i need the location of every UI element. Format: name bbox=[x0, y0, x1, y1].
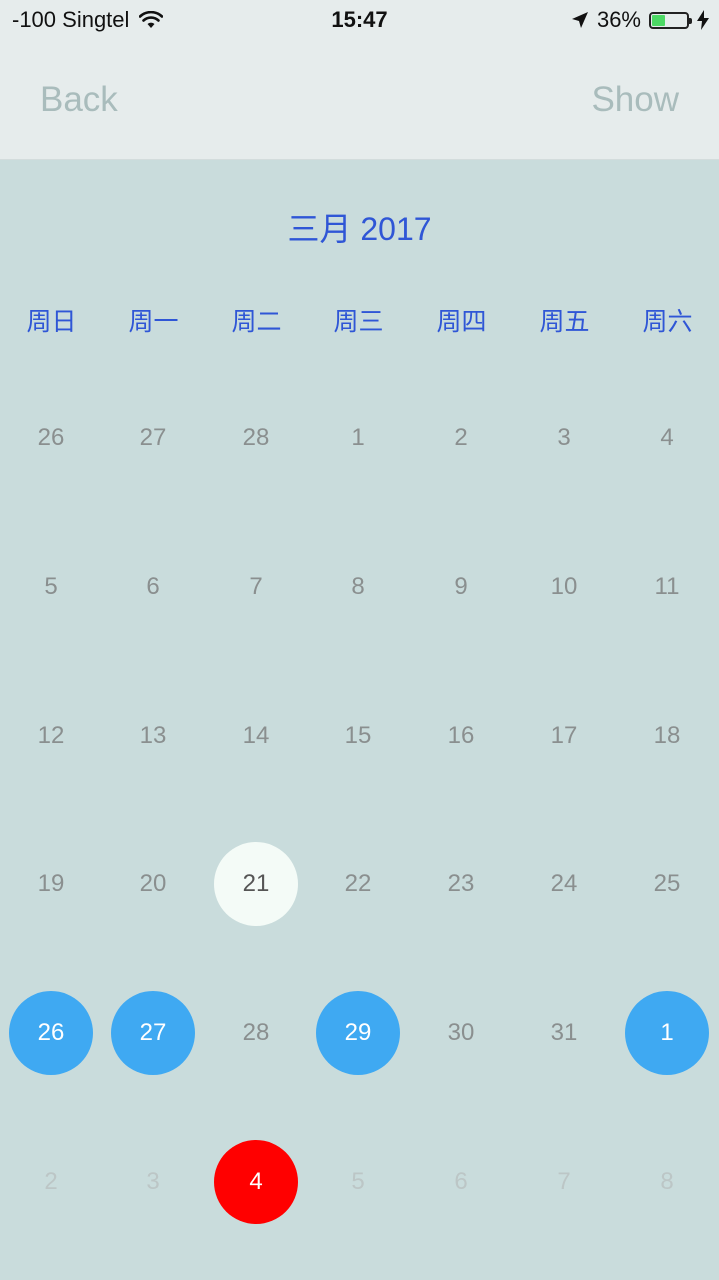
location-arrow-icon bbox=[571, 12, 588, 28]
weekday-label: 周四 bbox=[436, 307, 487, 336]
day-cell[interactable]: 19 bbox=[9, 842, 93, 926]
day-cell[interactable]: 6 bbox=[111, 545, 195, 629]
weekday-label: 周六 bbox=[642, 307, 693, 336]
day-cell[interactable]: 2 bbox=[419, 396, 503, 480]
day-cell[interactable]: 31 bbox=[522, 991, 606, 1075]
battery-percent: 36% bbox=[596, 7, 641, 32]
weekday-label: 周一 bbox=[128, 307, 179, 336]
day-cell[interactable]: 27 bbox=[111, 396, 195, 480]
day-cell[interactable]: 20 bbox=[111, 842, 195, 926]
day-cell[interactable]: 8 bbox=[316, 545, 400, 629]
day-cell[interactable]: 10 bbox=[522, 545, 606, 629]
day-cell[interactable]: 26 bbox=[9, 991, 93, 1075]
day-cell[interactable]: 30 bbox=[419, 991, 503, 1075]
day-cell[interactable]: 5 bbox=[9, 545, 93, 629]
day-cell[interactable]: 3 bbox=[522, 396, 606, 480]
day-cell[interactable]: 29 bbox=[316, 991, 400, 1075]
day-cell[interactable]: 4 bbox=[214, 1140, 298, 1224]
day-cell[interactable]: 1 bbox=[316, 396, 400, 480]
weekday-label: 周二 bbox=[231, 307, 282, 336]
day-cell[interactable]: 24 bbox=[522, 842, 606, 926]
day-cell[interactable]: 27 bbox=[111, 991, 195, 1075]
battery-icon bbox=[649, 11, 692, 29]
day-cell[interactable]: 7 bbox=[522, 1140, 606, 1224]
day-cell[interactable]: 15 bbox=[316, 694, 400, 778]
day-cell[interactable]: 23 bbox=[419, 842, 503, 926]
day-cell[interactable]: 6 bbox=[419, 1140, 503, 1224]
charging-bolt-icon bbox=[697, 10, 709, 30]
day-cell[interactable]: 25 bbox=[625, 842, 709, 926]
weekday-label: 周三 bbox=[333, 307, 384, 336]
day-cell[interactable]: 28 bbox=[214, 396, 298, 480]
day-cell[interactable]: 28 bbox=[214, 991, 298, 1075]
day-cell[interactable]: 17 bbox=[522, 694, 606, 778]
day-cell[interactable]: 1 bbox=[625, 991, 709, 1075]
show-button[interactable]: Show bbox=[591, 80, 679, 120]
day-cell[interactable]: 16 bbox=[419, 694, 503, 778]
day-cell[interactable]: 22 bbox=[316, 842, 400, 926]
day-cell[interactable]: 8 bbox=[625, 1140, 709, 1224]
top-bar: -100 Singtel 15:47 36% Back Show bbox=[0, 0, 719, 160]
day-cell[interactable]: 13 bbox=[111, 694, 195, 778]
back-button[interactable]: Back bbox=[40, 80, 118, 120]
day-cell[interactable]: 2 bbox=[9, 1140, 93, 1224]
day-cell[interactable]: 11 bbox=[625, 545, 709, 629]
weekday-label: 周五 bbox=[539, 307, 590, 336]
month-title: 三月 2017 bbox=[287, 211, 432, 247]
status-bar: -100 Singtel 15:47 36% bbox=[0, 0, 719, 40]
day-cell[interactable]: 26 bbox=[9, 396, 93, 480]
day-cell[interactable]: 7 bbox=[214, 545, 298, 629]
battery-fill bbox=[652, 14, 665, 26]
status-right-group: 36% bbox=[571, 7, 709, 33]
day-cell[interactable]: 3 bbox=[111, 1140, 195, 1224]
day-cell[interactable]: 4 bbox=[625, 396, 709, 480]
day-cell[interactable]: 9 bbox=[419, 545, 503, 629]
day-cell[interactable]: 18 bbox=[625, 694, 709, 778]
weekday-label: 周日 bbox=[26, 307, 77, 336]
day-cell[interactable]: 14 bbox=[214, 694, 298, 778]
weekday-header: 周日 周一 周二 周三 周四 周五 周六 bbox=[0, 302, 719, 342]
calendar-screen: -100 Singtel 15:47 36% Back Show 三月 2017… bbox=[0, 0, 719, 1280]
day-cell[interactable]: 5 bbox=[316, 1140, 400, 1224]
day-cell[interactable]: 21 bbox=[214, 842, 298, 926]
day-cell[interactable]: 12 bbox=[9, 694, 93, 778]
